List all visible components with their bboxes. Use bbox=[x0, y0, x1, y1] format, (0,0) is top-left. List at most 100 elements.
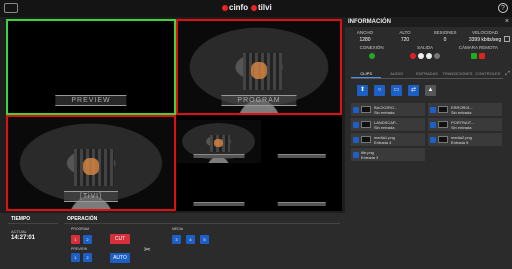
clip-item[interactable]: PORTRAIT... Sin entrada bbox=[428, 118, 502, 131]
stat-label: SESIONES bbox=[433, 30, 457, 35]
preview-tile[interactable]: PREVIEW bbox=[6, 19, 176, 115]
scissors-icon[interactable]: ✂ bbox=[144, 245, 151, 254]
close-icon[interactable]: × bbox=[505, 18, 509, 25]
brand-one: cinfo bbox=[229, 3, 249, 12]
input-2-label bbox=[193, 154, 244, 158]
tab-controls[interactable]: CONTROLES bbox=[473, 69, 503, 78]
clock: 14:27:01 bbox=[11, 235, 36, 241]
clip-checkbox[interactable] bbox=[353, 106, 359, 113]
program-input-2-button[interactable]: 2 bbox=[83, 235, 92, 244]
info-button[interactable]: ○ bbox=[374, 85, 385, 96]
preview-input-1-button[interactable]: 1 bbox=[71, 253, 80, 262]
view-button[interactable]: ▭ bbox=[391, 85, 402, 96]
clip-checkbox[interactable] bbox=[353, 151, 359, 158]
clip-text: PORTRAIT... Sin entrada bbox=[451, 120, 474, 130]
media-input-3-button[interactable]: 3 bbox=[172, 235, 181, 244]
input-4-tile[interactable] bbox=[176, 163, 261, 211]
clip-thumbnail bbox=[361, 136, 371, 143]
program-input-1-button[interactable]: 1 bbox=[71, 235, 80, 244]
stat-value: 720 bbox=[400, 37, 410, 43]
clip-item[interactable]: BACKGRO... Sin entrada bbox=[351, 103, 425, 116]
media-row-label: MEDIA bbox=[172, 227, 184, 231]
upload-button[interactable]: ⬆ bbox=[357, 85, 368, 96]
clip-item[interactable]: media1.png Entrada 4 bbox=[351, 133, 425, 146]
camera-on-icon[interactable] bbox=[471, 53, 478, 59]
status-label: CONEXIÓN bbox=[359, 45, 384, 50]
clip-item[interactable]: LANDSCAP... Sin entrada bbox=[351, 118, 425, 131]
stat-label: ANCHO bbox=[356, 30, 374, 35]
clip-text: media1.png Entrada 4 bbox=[374, 135, 395, 145]
preview-label: PREVIEW bbox=[55, 95, 127, 106]
help-icon[interactable]: ? bbox=[498, 3, 508, 13]
brand-one-logo-icon bbox=[222, 5, 228, 11]
swap-button[interactable]: ⇄ bbox=[408, 85, 419, 96]
actual-label: ACTUAL bbox=[11, 229, 27, 234]
clip-text: BACKGRO... Sin entrada bbox=[374, 105, 397, 115]
time-title: TIEMPO bbox=[11, 216, 31, 222]
stat-label: VELOCIDAD bbox=[471, 30, 498, 35]
alert-button[interactable]: ▲ bbox=[425, 85, 436, 96]
clip-checkbox[interactable] bbox=[353, 136, 359, 143]
status-label: CÁMARA REMOTA bbox=[458, 45, 498, 50]
input-5-tile[interactable] bbox=[261, 163, 342, 211]
output-icon[interactable] bbox=[425, 53, 432, 59]
clip-item[interactable]: tile.png Entrada 3 bbox=[351, 148, 425, 161]
stat-value: 3399 kbits/seg bbox=[468, 37, 502, 43]
clip-item[interactable]: ERROR01... Sin entrada bbox=[428, 103, 502, 116]
preview-row-label: PREVIEW bbox=[71, 247, 88, 251]
clip-thumbnail bbox=[361, 106, 371, 113]
clip-thumbnail bbox=[438, 106, 448, 113]
record-icon[interactable] bbox=[409, 53, 416, 59]
program-tile[interactable]: PROGRAM bbox=[176, 19, 342, 115]
cut-button[interactable]: CUT bbox=[110, 234, 130, 244]
clip-source: Entrada 4 bbox=[374, 139, 392, 145]
clips-list: BACKGRO... Sin entrada ERROR01... Sin entr… bbox=[351, 103, 503, 163]
brand-two-logo-icon bbox=[251, 5, 257, 11]
remote-camera-status: CÁMARA REMOTA bbox=[452, 45, 505, 67]
clip-source: Sin entrada bbox=[451, 124, 472, 130]
clips-toolbar: ⬆ ○ ▭ ⇄ ▲ bbox=[357, 85, 436, 96]
tab-clips[interactable]: CLIPS bbox=[351, 69, 382, 78]
clip-source: Sin entrada bbox=[374, 109, 395, 115]
operation-divider bbox=[64, 223, 340, 224]
tab-audio[interactable]: AUDIO bbox=[381, 69, 411, 78]
connection-icon bbox=[368, 53, 375, 59]
camera-off-icon[interactable] bbox=[479, 53, 486, 59]
preview-input-2-button[interactable]: 2 bbox=[83, 253, 92, 262]
status-label: SALIDA bbox=[416, 45, 433, 50]
clip-checkbox[interactable] bbox=[430, 136, 436, 143]
output-status: SALIDA bbox=[398, 45, 451, 67]
clip-source: Sin entrada bbox=[374, 124, 395, 130]
time-divider bbox=[8, 223, 58, 224]
clip-empty-slot bbox=[428, 148, 502, 161]
program-row-label: PROGRAM bbox=[71, 227, 90, 231]
cast-icon[interactable] bbox=[433, 53, 440, 59]
tab-transitions[interactable]: TRANSICIONES bbox=[442, 69, 472, 78]
clip-checkbox[interactable] bbox=[353, 121, 359, 128]
info-panel-title: INFORMACIÓN bbox=[345, 17, 512, 27]
info-panel: INFORMACIÓN × ⤢ ANCHO 1280 ALTO 720 SESION… bbox=[345, 17, 512, 269]
operation-title: OPERACIÓN bbox=[67, 216, 98, 222]
clip-item[interactable]: media2.png Entrada 5 bbox=[428, 133, 502, 146]
auto-button[interactable]: AUTO bbox=[110, 253, 130, 263]
media-input-5-button[interactable]: 5 bbox=[200, 235, 209, 244]
panel-tabs: CLIPS AUDIO ENTRADAS TRANSICIONES CONTRO… bbox=[351, 69, 503, 79]
window-icon[interactable] bbox=[4, 3, 18, 13]
program-label: PROGRAM bbox=[221, 95, 297, 106]
tab-inputs[interactable]: ENTRADAS bbox=[412, 69, 442, 78]
clip-text: tile.png Entrada 3 bbox=[361, 150, 378, 160]
clip-checkbox[interactable] bbox=[430, 106, 436, 113]
input-5-label bbox=[277, 202, 326, 206]
media-input-4-button[interactable]: 4 bbox=[186, 235, 195, 244]
status-row: CONEXIÓN SALIDA CÁMARA REMOTA bbox=[345, 45, 505, 67]
stat-value: 0 bbox=[443, 37, 447, 43]
clip-checkbox[interactable] bbox=[430, 121, 436, 128]
input-3-tile[interactable] bbox=[261, 115, 342, 163]
brand-two: tilvi bbox=[258, 3, 272, 12]
clip-thumbnail bbox=[438, 121, 448, 128]
stream-icon[interactable] bbox=[417, 53, 424, 59]
input-1-tile[interactable]: [TiVI] bbox=[6, 115, 176, 211]
expand-icon[interactable]: ⤢ bbox=[505, 71, 510, 78]
clip-text: LANDSCAP... Sin entrada bbox=[374, 120, 398, 130]
input-2-tile[interactable] bbox=[176, 115, 261, 163]
